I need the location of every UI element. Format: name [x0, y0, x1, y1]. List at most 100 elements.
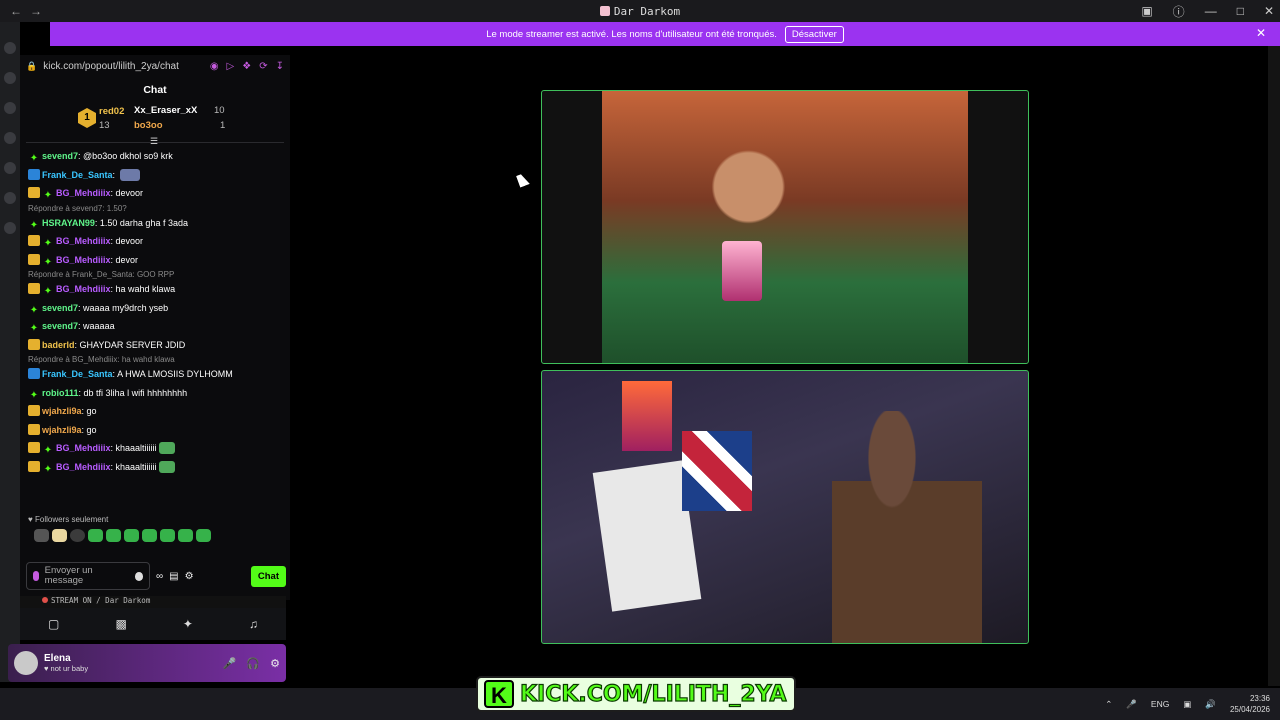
activities-icon[interactable]: ✦ — [183, 617, 193, 631]
server-icon[interactable] — [4, 162, 16, 174]
chat-text: go — [86, 406, 97, 416]
server-icon[interactable] — [4, 192, 16, 204]
emote-button[interactable] — [34, 529, 49, 542]
disable-streamer-mode-button[interactable]: Désactiver — [784, 25, 844, 43]
video-tile-room[interactable] — [541, 370, 1029, 644]
server-icon[interactable] — [4, 42, 16, 54]
emote-button[interactable] — [124, 529, 139, 542]
chat-username[interactable]: Frank_De_Santa — [42, 369, 113, 379]
chat-text: ha wahd klawa — [115, 284, 176, 294]
chat-username[interactable]: robio111 — [42, 388, 79, 398]
leader-name[interactable]: red02 — [99, 106, 124, 117]
chat-username[interactable]: sevend7 — [42, 151, 78, 161]
url-text[interactable]: kick.com/popout/lilith_2ya/chat — [43, 61, 179, 72]
chat-username[interactable]: BG_Mehdiiix — [56, 284, 111, 294]
emoji-icon[interactable] — [134, 571, 143, 581]
banner-close-icon[interactable]: ✕ — [1256, 26, 1266, 40]
subscriber-badge-icon — [28, 235, 40, 246]
language-indicator[interactable]: ENG — [1151, 699, 1169, 709]
chat-username[interactable]: BG_Mehdiiix — [56, 188, 111, 198]
soundboard-icon[interactable]: ♫ — [249, 617, 258, 631]
send-icon[interactable]: ▷ — [227, 61, 235, 72]
video-tile-webcam[interactable] — [541, 90, 1029, 364]
voice-actions: ▢ ▩ ✦ ♫ — [20, 608, 286, 640]
emote-button[interactable] — [178, 529, 193, 542]
chat-message: ✦ robio111: db tfi 3liha l wifi hhhhhhhh — [28, 384, 290, 403]
server-icon[interactable] — [4, 72, 16, 84]
verified-badge-icon: ✦ — [43, 445, 53, 456]
url-tools: ◉ ▷ ❖ ⟳ ↧ — [210, 61, 284, 72]
minimize-button[interactable]: — — [1205, 4, 1217, 18]
pocket-icon[interactable]: ◉ — [210, 61, 219, 72]
chat-text: khaaaltiiiiii — [115, 461, 157, 472]
chat-username[interactable]: BG_Mehdiiix — [56, 255, 111, 265]
server-icon[interactable] — [4, 132, 16, 144]
reply-context[interactable]: Répondre à BG_Mehdiiix: ha wahd klawa — [28, 355, 290, 365]
chat-message: Frank_De_Santa: A HWA LMOSIIS DYLHOMM — [28, 365, 290, 384]
headphones-icon[interactable]: 🎧 — [246, 657, 260, 670]
infinity-icon[interactable]: ∞ — [156, 571, 163, 582]
pepe-emote-icon[interactable] — [158, 460, 175, 473]
avatar[interactable] — [14, 651, 38, 675]
emote-button[interactable] — [88, 529, 103, 542]
chat-message: ✦ sevend7: waaaaa — [28, 317, 290, 336]
user-controls: 🎤 🎧 ⚙ — [223, 657, 280, 670]
emote-button[interactable] — [106, 529, 121, 542]
chat-username[interactable]: BG_Mehdiiix — [56, 443, 111, 453]
server-icon[interactable] — [4, 102, 16, 114]
chat-username[interactable]: sevend7 — [42, 321, 78, 331]
download-icon[interactable]: ↧ — [276, 61, 284, 72]
leader-name[interactable]: bo3oo — [134, 120, 163, 131]
chat-username[interactable]: baderld — [42, 340, 75, 350]
emote-button[interactable] — [160, 529, 175, 542]
leader-name[interactable]: Xx_Eraser_xX — [134, 105, 197, 116]
chat-username[interactable]: wjahzli9a — [42, 425, 82, 435]
chat-text: waaaaa — [83, 321, 115, 331]
screen-share-icon[interactable]: ▩ — [115, 617, 126, 631]
chat-username[interactable]: sevend7 — [42, 303, 78, 313]
reply-context[interactable]: Répondre à sevend7: 1.50? — [28, 204, 290, 214]
send-chat-button[interactable]: Chat — [250, 565, 286, 587]
emote-button[interactable] — [52, 529, 67, 542]
audio-icon[interactable]: ❖ — [242, 61, 251, 72]
followers-only-label: ♥ Followers seulement — [28, 515, 109, 524]
chat-message-input[interactable]: Envoyer un message — [26, 562, 150, 590]
chat-text: khaaaltiiiiii — [115, 443, 157, 453]
microphone-icon[interactable]: 🎤 — [223, 657, 237, 670]
kick-url-overlay: K KICK.COM/LILITH_2YA — [476, 676, 796, 712]
volume-icon[interactable]: 🔊 — [1205, 699, 1216, 710]
subscriber-badge-icon — [28, 460, 40, 472]
chat-username[interactable]: Frank_De_Santa — [42, 170, 113, 180]
subscriber-badge-icon — [28, 405, 40, 416]
server-icon[interactable] — [4, 222, 16, 234]
mic-tray-icon[interactable]: 🎤 — [1126, 699, 1137, 710]
maximize-button[interactable]: □ — [1237, 4, 1244, 18]
chat-text: go — [86, 424, 97, 435]
pepe-emote-icon[interactable] — [158, 442, 175, 454]
camera-off-icon[interactable]: ▢ — [48, 617, 59, 631]
tray-expand-icon[interactable]: ⌃ — [1105, 699, 1112, 710]
subscriber-badge-icon — [28, 442, 40, 453]
store-icon[interactable]: ▤ — [169, 571, 178, 582]
clock[interactable]: 23:36 25/04/2026 — [1230, 693, 1270, 715]
emote-button[interactable] — [196, 529, 211, 542]
computer-emote-icon[interactable] — [119, 168, 140, 181]
verified-badge-icon: ✦ — [29, 153, 39, 164]
reply-context[interactable]: Répondre à Frank_De_Santa: GOO RPP — [28, 270, 290, 280]
inbox-icon[interactable]: ▣ — [1141, 4, 1152, 18]
chat-username[interactable]: BG_Mehdiiix — [56, 236, 111, 246]
close-window-button[interactable]: ✕ — [1264, 4, 1274, 18]
emote-button[interactable] — [142, 529, 157, 542]
chat-username[interactable]: wjahzli9a — [42, 406, 82, 416]
live-dot-icon — [42, 597, 48, 603]
chat-username[interactable]: BG_Mehdiiix — [56, 462, 111, 472]
user-settings-gear-icon[interactable]: ⚙ — [270, 657, 280, 670]
webcam-video — [602, 91, 968, 363]
help-icon[interactable]: ⓘ — [1173, 3, 1185, 20]
network-icon[interactable]: ▣ — [1183, 699, 1191, 710]
verified-badge-icon: ✦ — [29, 304, 39, 316]
emote-button[interactable] — [70, 529, 85, 542]
settings-gear-icon[interactable]: ⚙ — [185, 571, 194, 582]
refresh-icon[interactable]: ⟳ — [259, 61, 267, 72]
chat-username[interactable]: HSRAYAN99 — [42, 218, 95, 228]
